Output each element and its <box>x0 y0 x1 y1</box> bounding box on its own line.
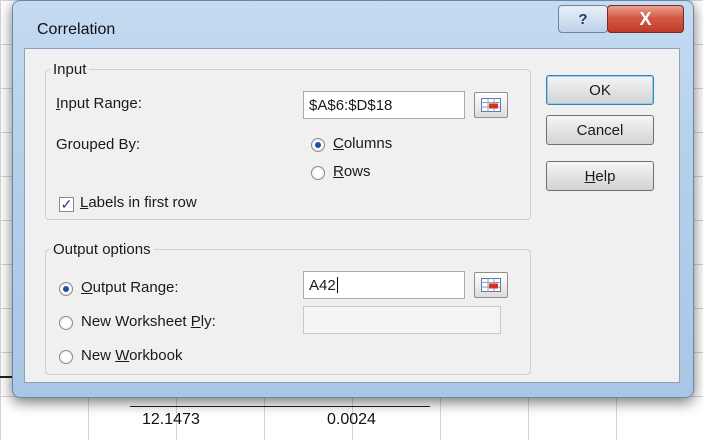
range-selector-icon <box>481 98 501 112</box>
grouped-by-label: Grouped By: <box>56 136 141 153</box>
columns-radio-label[interactable]: Columns <box>333 135 392 152</box>
new-workbook-radio[interactable] <box>59 350 73 364</box>
input-range-selector-button[interactable] <box>474 92 508 118</box>
output-range-radio[interactable] <box>59 282 73 296</box>
help-button-label: Help <box>584 167 616 185</box>
range-selector-icon <box>481 278 501 292</box>
new-worksheet-ply-field[interactable] <box>303 306 501 334</box>
input-range-value: $A$6:$D$18 <box>309 96 393 114</box>
titlebar-help-button[interactable]: ? <box>558 5 608 33</box>
rows-radio[interactable] <box>311 166 325 180</box>
rows-radio-label[interactable]: Rows <box>333 163 371 180</box>
dialog-title: Correlation <box>37 21 116 38</box>
output-range-selector-button[interactable] <box>474 272 508 298</box>
input-range-label-text: nput Range: <box>60 95 142 112</box>
output-range-field[interactable]: A42 <box>303 271 465 299</box>
labels-in-first-row-label[interactable]: Labels in first row <box>80 194 197 211</box>
sheet-cell-value[interactable]: 0.0024 <box>327 411 376 429</box>
input-range-field[interactable]: $A$6:$D$18 <box>303 91 465 119</box>
input-range-label: Input Range: <box>56 95 142 112</box>
dialog-client-area: Input Input Range: $A$6:$D$18 Grouped By… <box>24 48 680 383</box>
new-worksheet-ply-label[interactable]: New Worksheet Ply: <box>81 313 216 330</box>
output-options-group: Output options Output Range: A42 New Wor… <box>45 241 531 375</box>
help-icon: ? <box>578 10 588 28</box>
cancel-button-label: Cancel <box>576 121 624 139</box>
new-workbook-label[interactable]: New Workbook <box>81 347 182 364</box>
sheet-cell-value[interactable]: 12.1473 <box>142 411 200 429</box>
labels-in-first-row-checkbox[interactable]: ✓ <box>59 197 74 212</box>
ok-button[interactable]: OK <box>546 75 654 105</box>
text-caret <box>336 277 338 293</box>
input-group-legend: Input <box>50 61 90 78</box>
output-options-legend: Output options <box>50 241 154 258</box>
correlation-dialog: Correlation ? X Input Input Range: $A$6:… <box>12 0 694 398</box>
close-icon: X <box>639 8 652 29</box>
cell-border-line <box>130 406 430 407</box>
help-button[interactable]: Help <box>546 161 654 191</box>
output-range-value: A42 <box>309 276 336 294</box>
input-group: Input Input Range: $A$6:$D$18 Grouped By… <box>45 61 531 220</box>
columns-radio[interactable] <box>311 138 325 152</box>
new-worksheet-ply-radio[interactable] <box>59 316 73 330</box>
cancel-button[interactable]: Cancel <box>546 115 654 145</box>
output-range-label[interactable]: Output Range: <box>81 279 179 296</box>
titlebar-close-button[interactable]: X <box>607 5 684 33</box>
ok-button-label: OK <box>589 81 611 99</box>
